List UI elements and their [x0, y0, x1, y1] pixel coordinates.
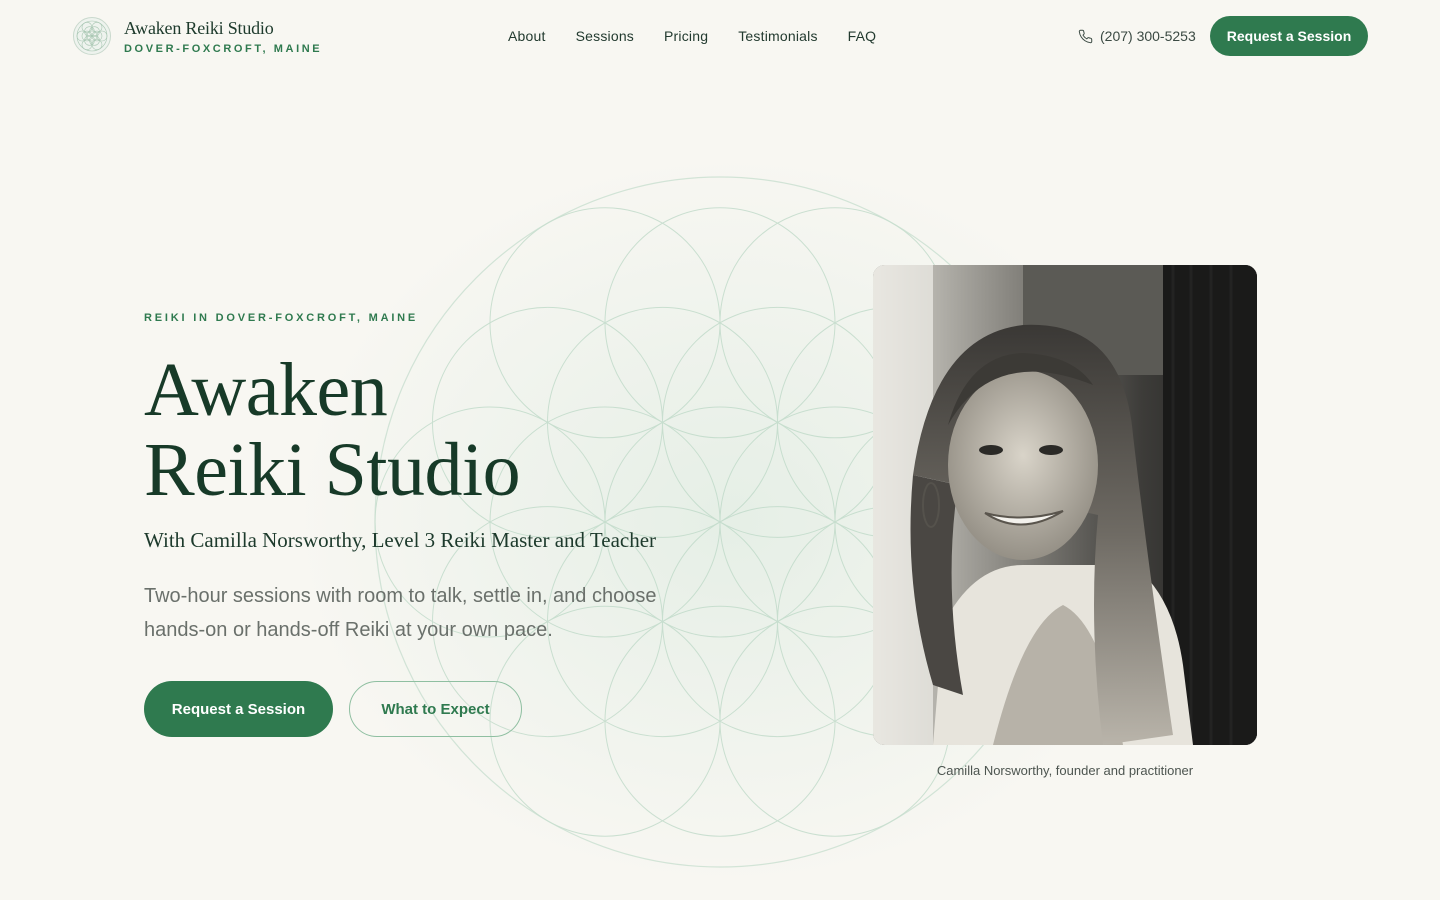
hero-subtitle: With Camilla Norsworthy, Level 3 Reiki M…: [144, 528, 657, 552]
hero-description: Two-hour sessions with room to talk, set…: [144, 585, 657, 641]
what-to-expect-button[interactable]: What to Expect: [349, 681, 522, 737]
hero-title-line-2: Reiki Studio: [144, 428, 521, 512]
brand-home-link[interactable]: Awaken Reiki Studio DOVER-FOXCROFT, MAIN…: [72, 16, 322, 56]
hero-title: Awaken Reiki Studio: [144, 350, 784, 510]
hero-eyebrow: REIKI IN DOVER-FOXCROFT, MAINE: [144, 312, 419, 324]
portrait-caption: Camilla Norsworthy, founder and practiti…: [936, 763, 1194, 778]
site-header: Awaken Reiki Studio DOVER-FOXCROFT, MAIN…: [0, 0, 1440, 72]
phone-icon: [1078, 29, 1093, 43]
nav-faq[interactable]: FAQ: [848, 27, 877, 45]
nav-sessions[interactable]: Sessions: [576, 27, 634, 45]
portrait-illustration: [873, 265, 1257, 745]
founder-portrait: [873, 265, 1257, 745]
main-nav: About Sessions Pricing Testimonials FAQ: [508, 27, 906, 45]
flower-of-life-icon: [73, 17, 111, 55]
nav-pricing[interactable]: Pricing: [664, 27, 708, 45]
brand-name: Awaken Reiki Studio: [124, 18, 274, 38]
phone-link[interactable]: (207) 300-5253: [1078, 27, 1196, 45]
header-request-session-button[interactable]: Request a Session: [1210, 16, 1368, 56]
page: Awaken Reiki Studio DOVER-FOXCROFT, MAIN…: [0, 0, 1440, 900]
request-session-button[interactable]: Request a Session: [144, 681, 333, 737]
nav-testimonials[interactable]: Testimonials: [738, 27, 817, 45]
nav-about[interactable]: About: [508, 27, 546, 45]
brand-location: DOVER-FOXCROFT, MAINE: [124, 43, 323, 55]
phone-number: (207) 300-5253: [1100, 28, 1196, 44]
hero-title-line-1: Awaken: [144, 348, 388, 432]
